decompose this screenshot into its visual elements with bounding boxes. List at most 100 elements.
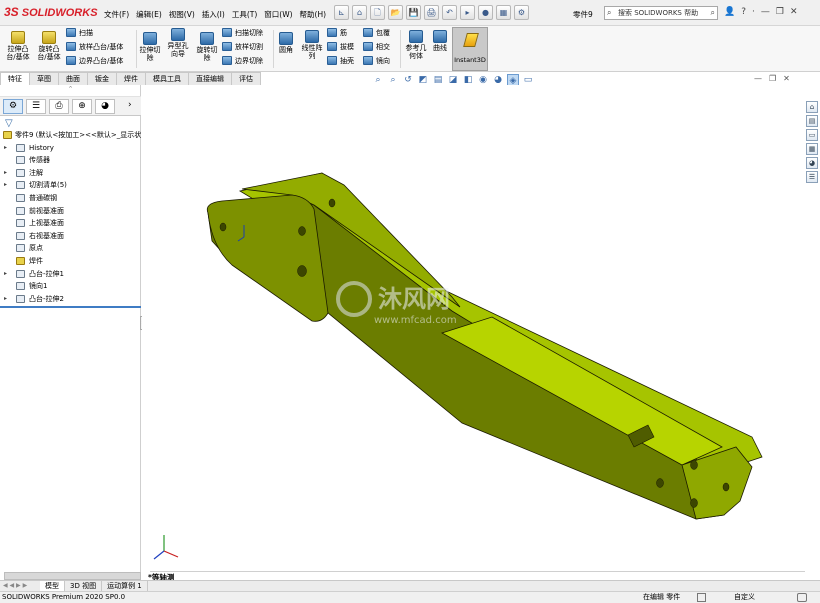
tree-item-annotations[interactable]: ▸ 注解 (0, 167, 141, 180)
search-input[interactable]: ⌕ 搜索 SOLIDWORKS 帮助 ⌕ (604, 6, 718, 20)
tab-features[interactable]: 特征 (0, 72, 30, 85)
panel-scrollbar[interactable] (4, 572, 141, 580)
close-button[interactable]: ✕ (790, 7, 798, 17)
design-library-icon[interactable]: ▤ (806, 115, 818, 127)
solidworks-logo[interactable]: 3S SOLIDWORKS (4, 5, 98, 19)
loft-boss-button[interactable]: 放样凸台/基体 (66, 42, 123, 54)
intersect-button[interactable]: 相交 (363, 42, 390, 54)
select-arrow-icon[interactable]: ▸ (460, 5, 475, 20)
help-icon[interactable]: ? (741, 7, 746, 17)
draft-button[interactable]: 拔模 (327, 42, 354, 54)
tree-item-front-plane[interactable]: 前视基准面 (0, 205, 141, 218)
reference-geometry-button[interactable]: 参考几 何体 (403, 30, 429, 60)
instant3d-button[interactable]: Instant3D (452, 27, 488, 71)
options-gear-icon[interactable]: ⚙ (514, 5, 529, 20)
boundary-cut-button[interactable]: 边界切除 (222, 56, 263, 68)
tab-sheet-metal[interactable]: 钣金 (87, 72, 117, 85)
filter-icon[interactable]: ▽ (5, 118, 13, 129)
appearances-icon[interactable]: ◕ (806, 157, 818, 169)
expand-icon[interactable]: ▸ (4, 167, 7, 179)
traffic-light-icon[interactable]: ● (478, 5, 493, 20)
graphics-area[interactable]: 沐风网 www.mfcad.com (142, 85, 806, 580)
chat-icon[interactable] (797, 593, 807, 602)
revolve-boss-button[interactable]: 旋转凸 台/基体 (34, 31, 64, 61)
expand-icon[interactable]: ▸ (4, 142, 7, 154)
wrap-button[interactable]: 包覆 (363, 28, 390, 40)
tree-item-top-plane[interactable]: 上视基准面 (0, 217, 141, 230)
tree-item-weldment[interactable]: 焊件 (0, 255, 141, 268)
custom-properties-icon[interactable]: ☰ (806, 171, 818, 183)
doc-close-button[interactable]: ✕ (783, 74, 790, 83)
extrude-cut-button[interactable]: 拉伸切 除 (138, 32, 162, 62)
doc-minimize-button[interactable]: — (754, 74, 762, 83)
tree-item-sensors[interactable]: 传感器 (0, 154, 141, 167)
tab-surfaces[interactable]: 曲面 (58, 72, 88, 85)
tab-mold-tools[interactable]: 模具工具 (145, 72, 189, 85)
tab-weldments[interactable]: 焊件 (116, 72, 146, 85)
mirror-button[interactable]: 镜向 (363, 56, 390, 68)
menu-insert[interactable]: 插入(I) (202, 9, 225, 20)
tab-3d-views[interactable]: 3D 视图 (65, 581, 103, 591)
rollback-bar[interactable] (0, 306, 141, 308)
shell-button[interactable]: 抽壳 (327, 56, 354, 68)
tree-root[interactable]: 零件9 (默认<按加工><<默认>_显示状 (0, 129, 141, 142)
tree-item-history[interactable]: ▸ History (0, 142, 141, 155)
open-folder-icon[interactable]: 📂 (388, 5, 403, 20)
configuration-manager-tab-icon[interactable]: ⎙ (49, 99, 69, 114)
unit-system[interactable]: 自定义 (734, 592, 755, 603)
panel-more-icon[interactable]: › (128, 100, 132, 110)
expand-icon[interactable]: ▸ (4, 268, 7, 280)
tree-item-mirror1[interactable]: 镜向1 (0, 280, 141, 293)
revolve-cut-button[interactable]: 旋转切 除 (194, 32, 220, 62)
home-icon[interactable]: ⌂ (352, 5, 367, 20)
new-document-icon[interactable]: 🗋 (370, 5, 385, 20)
file-properties-icon[interactable]: ▦ (496, 5, 511, 20)
expand-icon[interactable]: ▸ (4, 179, 7, 191)
tree-item-boss-extrude2[interactable]: ▸ 凸台-拉伸2 (0, 293, 141, 306)
tab-sketch[interactable]: 草图 (29, 72, 59, 85)
tab-evaluate[interactable]: 评估 (231, 72, 261, 85)
print-icon[interactable]: 🖨 (424, 5, 439, 20)
rib-button[interactable]: 筋 (327, 28, 347, 40)
menu-file[interactable]: 文件(F) (104, 9, 129, 20)
menu-help[interactable]: 帮助(H) (300, 9, 327, 20)
part-model[interactable]: 沐风网 www.mfcad.com (142, 85, 806, 580)
lofted-cut-button[interactable]: 放样切割 (222, 42, 263, 54)
tab-direct-editing[interactable]: 直接编辑 (188, 72, 232, 85)
save-icon[interactable]: 💾 (406, 5, 421, 20)
view-palette-icon[interactable]: ▦ (806, 143, 818, 155)
display-manager-tab-icon[interactable]: ◕ (95, 99, 115, 114)
rebuild-icon[interactable] (697, 593, 706, 602)
property-manager-tab-icon[interactable]: ☰ (26, 99, 46, 114)
menu-tools[interactable]: 工具(T) (232, 9, 257, 20)
boundary-boss-button[interactable]: 边界凸台/基体 (66, 56, 123, 68)
minimize-button[interactable]: — (761, 7, 770, 17)
solidworks-resources-icon[interactable]: ⌂ (806, 101, 818, 113)
menu-view[interactable]: 视图(V) (169, 9, 195, 20)
tree-item-origin[interactable]: 原点 (0, 242, 141, 255)
linear-pattern-button[interactable]: 线性阵 列 (299, 30, 325, 60)
fillet-button[interactable]: 圆角 (276, 32, 296, 54)
pin-icon[interactable]: ⊾ (334, 5, 349, 20)
dimxpert-tab-icon[interactable]: ⊕ (72, 99, 92, 114)
tab-motion-study-1[interactable]: 运动算例 1 (102, 581, 148, 591)
tab-scroll-nav[interactable]: ◀ ◀ ▶ ▶ (0, 581, 40, 591)
tree-item-material[interactable]: 普通碳钢 (0, 192, 141, 205)
expand-icon[interactable]: ▸ (4, 293, 7, 305)
tree-item-right-plane[interactable]: 右视基准面 (0, 230, 141, 243)
tree-item-boss-extrude1[interactable]: ▸ 凸台-拉伸1 (0, 268, 141, 281)
doc-restore-button[interactable]: ❐ (769, 74, 776, 83)
tree-item-cut-list[interactable]: ▸ 切割清单(5) (0, 179, 141, 192)
feature-manager-tab-icon[interactable]: ⚙ (3, 99, 23, 114)
sweep-button[interactable]: 扫描 (66, 28, 93, 40)
panel-grip[interactable]: ⌃ (0, 85, 141, 97)
tab-model[interactable]: 模型 (40, 581, 65, 591)
curves-button[interactable]: 曲线 (430, 30, 450, 52)
file-explorer-icon[interactable]: ▭ (806, 129, 818, 141)
user-icon[interactable]: 👤 (724, 7, 735, 17)
undo-icon[interactable]: ↶ (442, 5, 457, 20)
search-go-icon[interactable]: ⌕ (711, 7, 715, 19)
menu-edit[interactable]: 编辑(E) (136, 9, 162, 20)
hole-wizard-button[interactable]: 异型孔 向导 (165, 28, 191, 58)
restore-button[interactable]: ❐ (776, 7, 784, 17)
